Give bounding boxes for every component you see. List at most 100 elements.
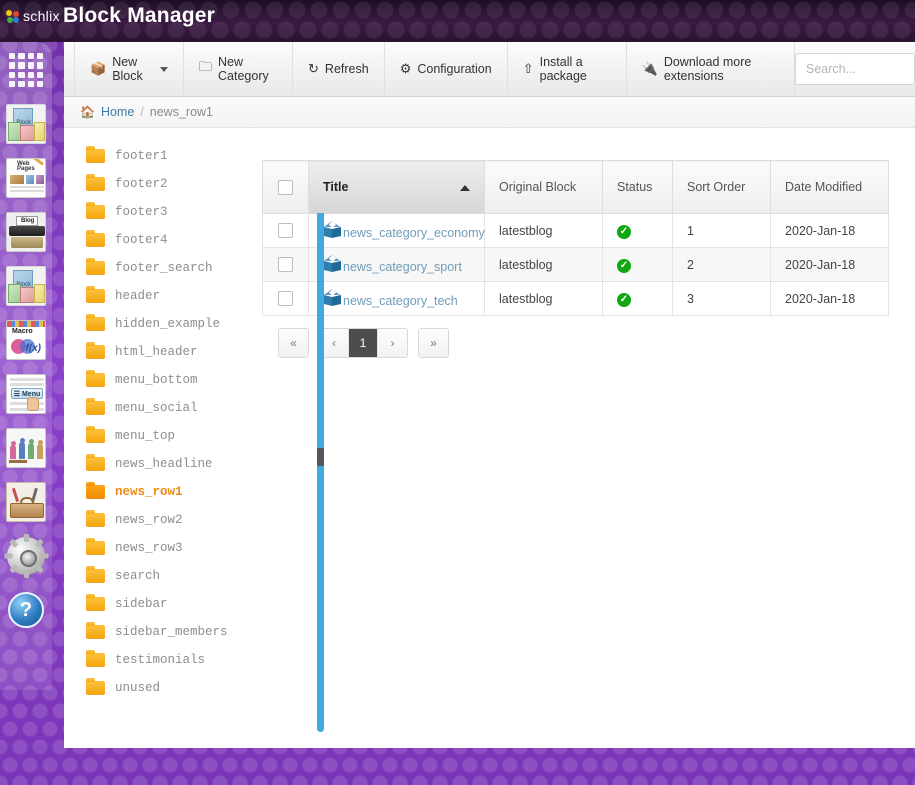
pagination-page-1[interactable]: 1 [349, 329, 378, 357]
folder-item-menu-top[interactable]: menu_top [86, 422, 262, 450]
rail-item-blog[interactable]: Blog [4, 208, 48, 256]
row-checkbox[interactable] [278, 223, 293, 239]
download-extensions-button[interactable]: 🔌 Download more extensions [627, 42, 795, 96]
table-row[interactable]: news_category_sport latestblog ✓ 2 2020-… [262, 247, 889, 282]
folder-scrollbar-handle[interactable] [317, 448, 324, 466]
folder-item-sidebar[interactable]: sidebar [86, 590, 262, 618]
folder-item-testimonials[interactable]: testimonials [86, 646, 262, 674]
folder-icon [86, 426, 105, 443]
row-date-modified: 2020-Jan-18 [770, 213, 889, 248]
rail-item-blocks-2[interactable]: Block [4, 262, 48, 310]
folder-item-header[interactable]: header [86, 282, 262, 310]
row-checkbox[interactable] [278, 257, 293, 273]
folder-label: search [115, 569, 161, 583]
row-status-cell: ✓ [602, 247, 673, 282]
folder-item-footer2[interactable]: footer2 [86, 170, 262, 198]
folder-item-search[interactable]: search [86, 562, 262, 590]
status-enabled-icon[interactable]: ✓ [617, 258, 631, 273]
users-icon [6, 428, 46, 468]
pagination-first-group: « [278, 328, 309, 358]
brand-logo[interactable]: schlix [6, 8, 60, 24]
folder-item-footer1[interactable]: footer1 [86, 142, 262, 170]
folder-icon [86, 202, 105, 219]
search-input[interactable] [795, 53, 915, 85]
refresh-icon: ↻ [308, 61, 319, 76]
row-title-link[interactable]: news_category_economy [343, 226, 485, 240]
folder-label: news_row3 [115, 541, 183, 555]
breadcrumb-separator: / [140, 105, 144, 119]
rail-item-users[interactable] [4, 424, 48, 472]
folder-item-news-row1[interactable]: news_row1 [86, 478, 262, 506]
folder-item-footer-search[interactable]: footer_search [86, 254, 262, 282]
upload-icon: ⇧ [522, 61, 534, 76]
table-row[interactable]: news_category_tech latestblog ✓ 3 2020-J… [262, 281, 889, 316]
folder-item-sidebar-members[interactable]: sidebar_members [86, 618, 262, 646]
new-block-button[interactable]: 📦 New Block [74, 42, 185, 96]
breadcrumb-home[interactable]: Home [101, 105, 134, 119]
folder-item-hidden-example[interactable]: hidden_example [86, 310, 262, 338]
column-sort-order[interactable]: Sort Order [672, 160, 771, 214]
folder-icon [86, 454, 105, 471]
rail-item-macro[interactable]: Macro f(x) [4, 316, 48, 364]
row-date-modified: 2020-Jan-18 [770, 247, 889, 282]
folder-label: testimonials [115, 653, 206, 667]
folder-label: hidden_example [115, 317, 221, 331]
new-category-label: New Category [218, 55, 269, 83]
rail-item-blocks[interactable]: Block [4, 100, 48, 148]
status-enabled-icon[interactable]: ✓ [617, 224, 631, 239]
rail-item-settings[interactable] [4, 532, 48, 580]
pagination-prev-button[interactable]: ‹ [320, 329, 349, 357]
pagination-last-group: » [418, 328, 449, 358]
refresh-button[interactable]: ↻ Refresh [293, 42, 385, 96]
breadcrumb: 🏠 Home / news_row1 [64, 97, 915, 128]
pagination-last-button[interactable]: » [419, 329, 448, 357]
folder-icon: 🗀 [199, 59, 213, 74]
column-date-modified[interactable]: Date Modified [770, 160, 889, 214]
folder-item-footer3[interactable]: footer3 [86, 198, 262, 226]
rail-item-tools[interactable] [4, 478, 48, 526]
folder-item-news-row3[interactable]: news_row3 [86, 534, 262, 562]
rail-item-help[interactable]: ? [4, 586, 48, 634]
folder-icon [86, 398, 105, 415]
folder-label: footer1 [115, 149, 168, 163]
install-package-label: Install a package [539, 55, 587, 83]
folder-item-footer4[interactable]: footer4 [86, 226, 262, 254]
folder-item-unused[interactable]: unused [86, 674, 262, 702]
row-title-cell: news_category_tech [308, 281, 485, 316]
folder-label: footer_search [115, 261, 213, 275]
app-header: schlix Block Manager [0, 0, 915, 42]
folder-label: footer3 [115, 205, 168, 219]
folder-label: sidebar_members [115, 625, 228, 639]
select-all-checkbox[interactable] [278, 179, 293, 195]
pagination-next-button[interactable]: › [378, 329, 407, 357]
row-checkbox[interactable] [278, 291, 293, 307]
column-status[interactable]: Status [602, 160, 673, 214]
column-original-block[interactable]: Original Block [484, 160, 603, 214]
status-enabled-icon[interactable]: ✓ [617, 292, 631, 307]
folder-icon [86, 230, 105, 247]
rail-item-menu[interactable]: ☰ Menu [4, 370, 48, 418]
row-title-cell: news_category_sport [308, 247, 485, 282]
rail-item-dashboard[interactable] [4, 46, 48, 94]
column-title[interactable]: Title [308, 160, 485, 214]
folder-item-menu-bottom[interactable]: menu_bottom [86, 366, 262, 394]
row-title-link[interactable]: news_category_tech [343, 294, 458, 308]
pinwheel-icon [6, 9, 19, 23]
row-select-cell [262, 213, 309, 248]
row-title-link[interactable]: news_category_sport [343, 260, 462, 274]
configuration-button[interactable]: ⚙ Configuration [385, 42, 508, 96]
rail-item-web-pages[interactable]: Web Pages [4, 154, 48, 202]
folder-item-menu-social[interactable]: menu_social [86, 394, 262, 422]
cube-icon: 📦 [90, 61, 107, 76]
pagination-first-button[interactable]: « [279, 329, 308, 357]
install-package-button[interactable]: ⇧ Install a package [508, 42, 627, 96]
folder-icon [86, 566, 105, 583]
folder-item-news-headline[interactable]: news_headline [86, 450, 262, 478]
new-category-button[interactable]: 🗀 New Category [184, 42, 294, 96]
folder-icon [86, 510, 105, 527]
folder-item-news-row2[interactable]: news_row2 [86, 506, 262, 534]
table-row[interactable]: news_category_economy latestblog ✓ 1 202… [262, 213, 889, 248]
row-status-cell: ✓ [602, 213, 673, 248]
block-cube-icon [323, 220, 342, 240]
folder-item-html-header[interactable]: html_header [86, 338, 262, 366]
